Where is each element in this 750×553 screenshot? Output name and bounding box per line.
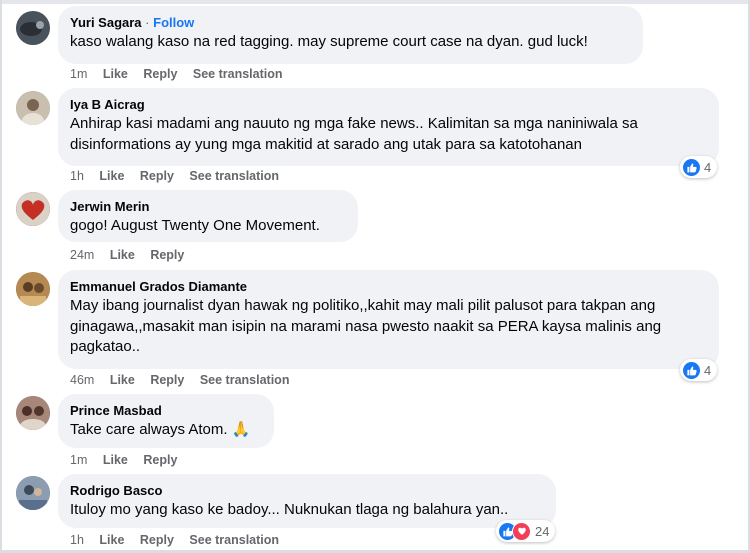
- reply-button[interactable]: Reply: [143, 453, 177, 467]
- comment-time[interactable]: 1h: [70, 533, 84, 547]
- comment-text: gogo! August Twenty One Movement.: [70, 217, 320, 234]
- reaction-count: 4: [704, 362, 712, 378]
- comment-time[interactable]: 24m: [70, 248, 94, 262]
- comment-time[interactable]: 1m: [70, 67, 87, 81]
- reply-button[interactable]: Reply: [143, 67, 177, 81]
- comment-time[interactable]: 1m: [70, 453, 87, 467]
- avatar[interactable]: [16, 476, 50, 510]
- heart-icon: [512, 521, 531, 541]
- see-translation-button[interactable]: See translation: [189, 533, 279, 547]
- avatar-photo-icon: [16, 272, 50, 306]
- comment-text: Ituloy mo yang kaso ke badoy... Nuknukan…: [70, 501, 509, 518]
- separator-dot: ·: [145, 15, 154, 30]
- comment-actions: 1m Like Reply: [70, 452, 189, 468]
- reply-button[interactable]: Reply: [150, 373, 184, 387]
- comment-author-line: Yuri Sagara · Follow: [70, 14, 631, 31]
- reaction-summary[interactable]: 4: [680, 359, 718, 381]
- comment-actions: 24m Like Reply: [70, 247, 196, 263]
- avatar[interactable]: [16, 11, 50, 45]
- comment-text: Take care always Atom. 🙏: [70, 421, 251, 438]
- like-button[interactable]: Like: [103, 453, 128, 467]
- like-button[interactable]: Like: [110, 248, 135, 262]
- avatar-photo-icon: [16, 11, 50, 45]
- author-name[interactable]: Jerwin Merin: [70, 198, 346, 215]
- reaction-summary[interactable]: 4: [680, 156, 718, 178]
- author-name[interactable]: Rodrigo Basco: [70, 482, 544, 499]
- like-button[interactable]: Like: [99, 169, 124, 183]
- comment-bubble: Emmanuel Grados Diamante May ibang journ…: [58, 270, 719, 369]
- avatar[interactable]: [16, 192, 50, 226]
- author-name[interactable]: Prince Masbad: [70, 402, 262, 419]
- reaction-count: 4: [704, 159, 712, 175]
- comment-bubble: Yuri Sagara · Follow kaso walang kaso na…: [58, 6, 643, 64]
- comment-actions: 1h Like Reply See translation: [70, 532, 291, 548]
- reply-button[interactable]: Reply: [140, 169, 174, 183]
- comment-time[interactable]: 1h: [70, 169, 84, 183]
- comment-text: May ibang journalist dyan hawak ng polit…: [70, 297, 662, 355]
- author-name[interactable]: Iya B Aicrag: [70, 96, 707, 113]
- see-translation-button[interactable]: See translation: [193, 67, 283, 81]
- comment-bubble: Iya B Aicrag Anhirap kasi madami ang nau…: [58, 88, 719, 166]
- avatar[interactable]: [16, 396, 50, 430]
- comment-actions: 46m Like Reply See translation: [70, 372, 301, 388]
- comment-bubble: Jerwin Merin gogo! August Twenty One Mov…: [58, 190, 358, 242]
- avatar-photo-icon: [16, 91, 50, 125]
- reaction-summary[interactable]: 24: [496, 520, 556, 542]
- like-button[interactable]: Like: [110, 373, 135, 387]
- comment-time[interactable]: 46m: [70, 373, 94, 387]
- avatar[interactable]: [16, 272, 50, 306]
- reply-button[interactable]: Reply: [150, 248, 184, 262]
- reply-button[interactable]: Reply: [140, 533, 174, 547]
- comment-text: Anhirap kasi madami ang nauuto ng mga fa…: [70, 115, 638, 153]
- thumbs-up-icon: [683, 361, 700, 379]
- window-top-border: [0, 0, 750, 4]
- comment-actions: 1h Like Reply See translation: [70, 168, 291, 184]
- comment-bubble: Prince Masbad Take care always Atom. 🙏: [58, 394, 274, 448]
- author-name[interactable]: Emmanuel Grados Diamante: [70, 278, 707, 295]
- see-translation-button[interactable]: See translation: [200, 373, 290, 387]
- comment-actions: 1m Like Reply See translation: [70, 66, 295, 82]
- reaction-count: 24: [535, 523, 550, 539]
- window-left-border: [0, 0, 2, 553]
- avatar-photo-icon: [16, 396, 50, 430]
- see-translation-button[interactable]: See translation: [189, 169, 279, 183]
- avatar[interactable]: [16, 91, 50, 125]
- avatar-photo-icon: [16, 476, 50, 510]
- follow-link[interactable]: Follow: [153, 15, 194, 30]
- comment-text: kaso walang kaso na red tagging. may sup…: [70, 33, 588, 50]
- avatar-photo-icon: [16, 192, 50, 226]
- thumbs-up-icon: [683, 158, 700, 176]
- like-button[interactable]: Like: [99, 533, 124, 547]
- comment-bubble: Rodrigo Basco Ituloy mo yang kaso ke bad…: [58, 474, 556, 528]
- like-button[interactable]: Like: [103, 67, 128, 81]
- author-name[interactable]: Yuri Sagara: [70, 15, 142, 30]
